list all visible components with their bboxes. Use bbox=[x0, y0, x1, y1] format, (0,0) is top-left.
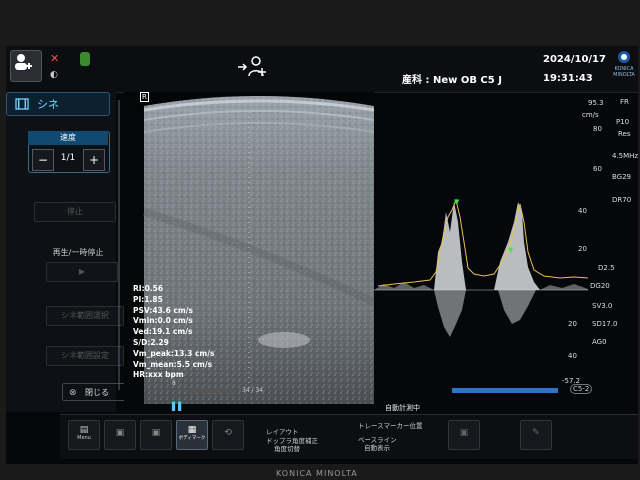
velocity-tick-neg20: 20 bbox=[568, 320, 577, 328]
menu-icon: ▤ bbox=[79, 425, 89, 435]
image-icon: ▣ bbox=[459, 428, 469, 438]
status-text: 自動計測中 bbox=[385, 404, 420, 412]
param-bg: BG29 bbox=[612, 173, 632, 181]
measurement-ri: RI:0.56 bbox=[133, 284, 164, 293]
speed-value: 1/1 bbox=[60, 153, 76, 163]
cine-range-select-button[interactable]: シネ範囲選択 bbox=[46, 306, 124, 326]
body-mark-label: ボディマーク bbox=[178, 436, 206, 441]
play-button[interactable]: ▶ bbox=[46, 262, 118, 282]
cine-progress-bar[interactable] bbox=[186, 389, 236, 393]
doppler-spectrum[interactable]: ▼ ▼ bbox=[374, 92, 589, 392]
velocity-tick-neg40: 40 bbox=[568, 352, 577, 360]
image-icon: ⟲ bbox=[224, 428, 232, 438]
measurement-results: RI:0.56 PI:1.85 PSV:43.6 cm/s Vmin:0.0 c… bbox=[133, 284, 214, 381]
speed-label: 速度 bbox=[28, 131, 108, 145]
auto-display-label: 自動表示 bbox=[364, 444, 390, 452]
probe-error-icon[interactable]: ✕ bbox=[50, 52, 66, 66]
cine-tab-label: シネ bbox=[37, 98, 59, 111]
measurement-psv: PSV:43.6 cm/s bbox=[133, 305, 193, 315]
doppler-waveform: ▼ ▼ bbox=[374, 198, 589, 337]
angle-switch-label: 角度切替 bbox=[274, 445, 300, 453]
param-fr: FR bbox=[620, 98, 629, 106]
speed-increase-button[interactable]: + bbox=[83, 149, 105, 171]
image-icon: ▣ bbox=[115, 428, 125, 438]
velocity-tick-20: 20 bbox=[578, 245, 587, 253]
velocity-tick-60: 60 bbox=[593, 165, 602, 173]
speed-decrease-button[interactable]: − bbox=[32, 149, 54, 171]
frame-counter: 34 / 34 bbox=[242, 387, 264, 394]
velocity-scale: 95.3 cm/s 80 60 40 20 20 40 -57.2 FR P10… bbox=[562, 92, 639, 392]
menu-button[interactable]: ▤ Menu bbox=[68, 420, 100, 450]
patient-transfer-icon[interactable] bbox=[236, 54, 270, 80]
cine-icon bbox=[15, 98, 29, 110]
user-icon[interactable]: ◐ bbox=[50, 70, 64, 82]
toolbar-button-3[interactable]: ▣ bbox=[140, 420, 172, 450]
pen-icon: ✎ bbox=[532, 428, 540, 438]
measurement-pi: PI:1.85 bbox=[133, 294, 163, 304]
param-sd: SD17.0 bbox=[592, 320, 618, 328]
footer-brand: KONICA MINOLTA bbox=[276, 469, 358, 478]
tab-cine[interactable]: シネ bbox=[6, 92, 110, 116]
cine-range-setting-button[interactable]: シネ範囲設定 bbox=[46, 346, 124, 366]
depth-scale bbox=[116, 100, 122, 390]
param-sv: SV3.0 bbox=[592, 302, 613, 310]
toolbar-button-11[interactable]: ✎ bbox=[520, 420, 552, 450]
exam-preset-label: 産科 : New OB C5 J bbox=[402, 75, 502, 86]
trace-marker-label: トレースマーカー位置 bbox=[358, 422, 423, 430]
brand-logo-text: KONICA MINOLTA bbox=[613, 66, 635, 78]
toolbar-button-5[interactable]: ⟲ bbox=[212, 420, 244, 450]
velocity-top-value: 95.3 bbox=[588, 99, 604, 107]
stop-button[interactable]: 停止 bbox=[34, 202, 116, 222]
param-freq: 4.5MHz bbox=[612, 152, 639, 160]
measurement-vmin: Vmin:0.0 cm/s bbox=[133, 316, 193, 326]
orientation-marker: R bbox=[140, 92, 149, 102]
cine-marker-icon: ▌▌ bbox=[172, 402, 185, 411]
probe-icon: C5-2 bbox=[570, 384, 593, 394]
time-display: 19:31:43 bbox=[543, 73, 593, 84]
svg-text:▼: ▼ bbox=[508, 246, 514, 254]
layout-control[interactable]: レイアウト ドップラ角度補正 角度切替 bbox=[252, 420, 332, 453]
date-display: 2024/10/17 bbox=[543, 54, 606, 65]
param-dg: DG20 bbox=[590, 282, 610, 290]
toolbar-button-10[interactable]: ▣ bbox=[448, 420, 480, 450]
toolbar-button-2[interactable]: ▣ bbox=[104, 420, 136, 450]
measurement-sd: S/D:2.29 bbox=[133, 337, 169, 347]
measurement-vm-mean: Vm_mean:5.5 cm/s bbox=[133, 359, 213, 369]
measurement-vm-peak: Vm_peak:13.3 cm/s bbox=[133, 348, 215, 358]
patient-add-icon[interactable] bbox=[10, 50, 42, 82]
brand-logo: KONICA MINOLTA bbox=[612, 50, 636, 80]
velocity-unit: cm/s bbox=[582, 111, 599, 119]
depth-mark: 8 bbox=[172, 380, 176, 387]
close-button-label: 閉じる bbox=[85, 388, 109, 397]
close-icon: ⊗ bbox=[69, 388, 77, 398]
body-mark-icon: ▦ bbox=[187, 425, 197, 435]
param-p10: P10 bbox=[616, 118, 630, 126]
menu-label: Menu bbox=[77, 435, 91, 441]
image-icon: ▣ bbox=[151, 428, 161, 438]
velocity-tick-40: 40 bbox=[578, 207, 587, 215]
param-d: D2.5 bbox=[598, 264, 615, 272]
measurement-ved: Ved:19.1 cm/s bbox=[133, 327, 193, 337]
database-icon[interactable] bbox=[80, 52, 90, 66]
play-pause-label: 再生/一時停止 bbox=[52, 248, 104, 257]
velocity-tick-80: 80 bbox=[593, 125, 602, 133]
body-mark-button[interactable]: ▦ ボディマーク bbox=[176, 420, 208, 450]
param-dr: DR70 bbox=[612, 196, 632, 204]
svg-text:▼: ▼ bbox=[454, 198, 460, 206]
trace-control[interactable]: トレースマーカー位置 ベースライン 自動表示 bbox=[344, 420, 444, 452]
param-ag: AG0 bbox=[592, 338, 607, 346]
doppler-scroll-bar[interactable] bbox=[452, 388, 558, 393]
param-res: Res bbox=[618, 130, 631, 138]
